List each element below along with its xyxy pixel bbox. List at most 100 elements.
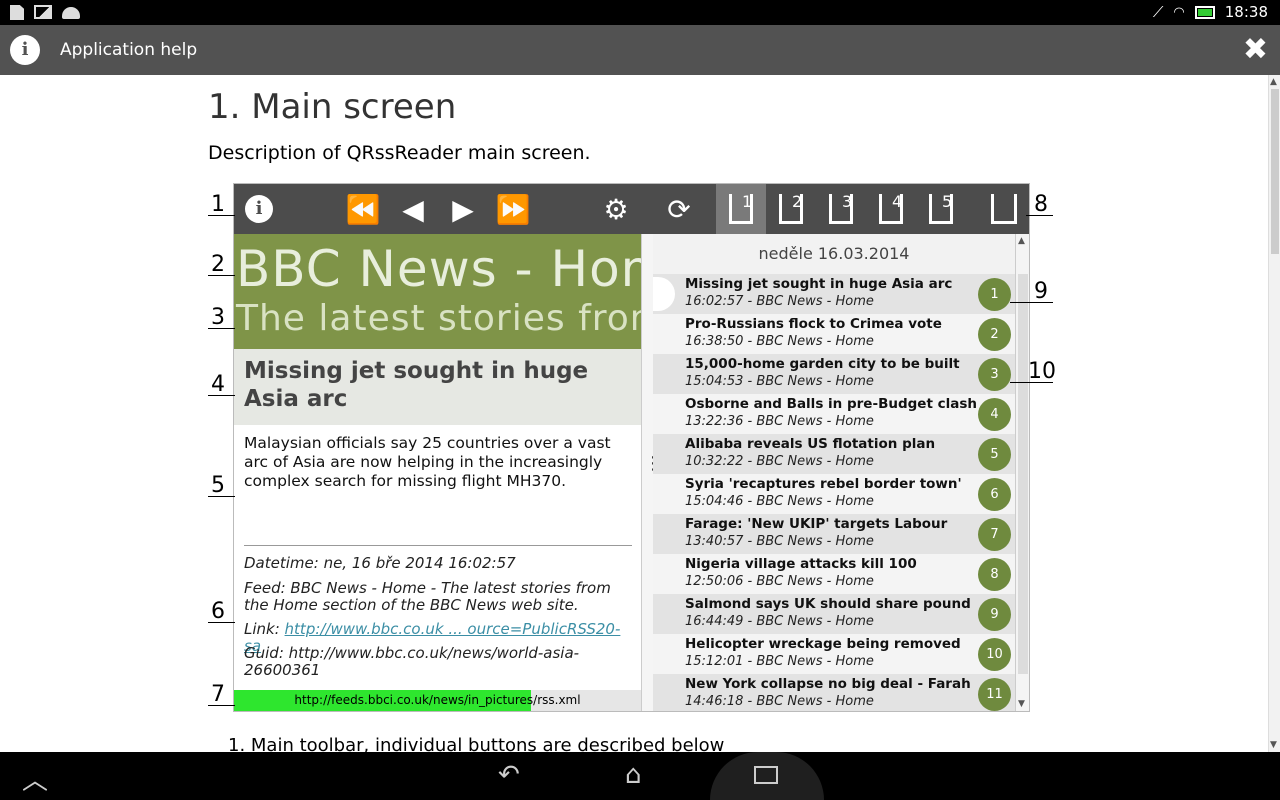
back-button[interactable]: ↶: [498, 760, 520, 790]
article-guid: Guid: http://www.bbc.co.uk/news/world-as…: [244, 644, 580, 679]
selection-marker: [653, 277, 675, 311]
item-subtitle: 16:02:57 - BBC News - Home: [685, 294, 874, 309]
callout-line: [208, 705, 235, 706]
item-subtitle: 10:32:22 - BBC News - Home: [685, 454, 874, 469]
feed-title: BBC News - Home: [236, 240, 641, 298]
article-list-scrollbar[interactable]: ▲ ▼: [1015, 234, 1029, 711]
item-title: Helicopter wreckage being removed: [685, 636, 961, 652]
all-feeds-button[interactable]: [979, 184, 1029, 234]
callout-7: 7: [211, 682, 225, 707]
list-item[interactable]: New York collapse no big deal - Farah 14:…: [653, 674, 1015, 711]
feed-tab-5[interactable]: 5: [916, 184, 966, 234]
help-content[interactable]: 1. Main screen Description of QRssReader…: [0, 75, 1268, 752]
system-icons: ⟋ ◠ 18:38: [1153, 3, 1268, 21]
date-header: neděle 16.03.2014: [653, 234, 1015, 274]
callout-line: [208, 496, 235, 497]
list-item[interactable]: Alibaba reveals US flotation plan 10:32:2…: [653, 434, 1015, 474]
list-item[interactable]: 15,000-home garden city to be built 15:04…: [653, 354, 1015, 394]
item-number-badge: 2: [978, 318, 1011, 351]
item-number-badge: 7: [978, 518, 1011, 551]
download-status: http://feeds.bbci.co.uk/news/in_pictures…: [234, 690, 641, 711]
callout-10: 10: [1028, 359, 1056, 384]
feed-icon: 1: [729, 192, 753, 224]
settings-button[interactable]: ⚙: [591, 184, 641, 234]
callout-line: [208, 275, 235, 276]
list-item: 1. Main toolbar, individual buttons are …: [228, 735, 725, 752]
callout-8: 8: [1034, 192, 1048, 217]
back-icon: ↶: [498, 760, 520, 790]
window-title: Application help: [60, 40, 198, 60]
previous-article-button[interactable]: ◀: [388, 184, 438, 234]
info-icon: i: [245, 195, 273, 223]
info-button[interactable]: i: [234, 184, 284, 234]
article-description: Malaysian officials say 25 countries ove…: [244, 434, 611, 490]
next-article-button[interactable]: ▶: [438, 184, 488, 234]
feed-tab-4[interactable]: 4: [866, 184, 916, 234]
article-title: Missing jet sought in huge Asia arc: [234, 349, 641, 425]
callout-2: 2: [211, 252, 225, 277]
list-item[interactable]: Missing jet sought in huge Asia arc 16:02…: [653, 274, 1015, 314]
scroll-thumb[interactable]: [1018, 274, 1028, 674]
scroll-down-icon: ▼: [1270, 740, 1277, 750]
first-article-button[interactable]: ⏪: [338, 184, 388, 234]
scroll-thumb[interactable]: [1271, 89, 1279, 254]
feed-icon: 5: [929, 192, 953, 224]
feed-banner: BBC News - Home The latest stories from …: [234, 234, 641, 349]
item-subtitle: 12:50:06 - BBC News - Home: [685, 574, 874, 589]
callout-line: [208, 328, 235, 329]
recent-apps-button[interactable]: [710, 752, 824, 800]
pane-splitter[interactable]: ⋮: [641, 234, 662, 711]
feed-tab-2[interactable]: 2: [766, 184, 816, 234]
callout-5: 5: [211, 473, 225, 498]
item-number-badge: 9: [978, 598, 1011, 631]
article-datetime: Datetime: ne, 16 bře 2014 16:02:57: [244, 554, 516, 572]
last-article-button[interactable]: ⏩: [488, 184, 538, 234]
no-sync-icon: ⟋: [1152, 3, 1164, 21]
item-number-badge: 11: [978, 678, 1011, 711]
item-subtitle: 16:44:49 - BBC News - Home: [685, 614, 874, 629]
list-item[interactable]: Osborne and Balls in pre-Budget clash 13:…: [653, 394, 1015, 434]
action-bar: i Application help ✖: [0, 25, 1280, 75]
refresh-button[interactable]: ⟳: [654, 184, 704, 234]
feed-icon: 2: [779, 192, 803, 224]
list-item[interactable]: Farage: 'New UKIP' targets Labour 13:40:5…: [653, 514, 1015, 554]
feed-tab-1[interactable]: 1: [716, 184, 766, 234]
next-icon: ▶: [452, 192, 474, 226]
info-icon: i: [10, 35, 40, 65]
main-toolbar: i ⏪ ◀ ▶ ⏩ ⚙ ⟳ 1 2 3 4 5: [234, 184, 1029, 234]
feeds-icon: [991, 194, 1017, 224]
list-item[interactable]: Nigeria village attacks kill 100 12:50:06…: [653, 554, 1015, 594]
list-item[interactable]: Pro-Russians flock to Crimea vote 16:38:5…: [653, 314, 1015, 354]
previous-icon: ◀: [402, 192, 424, 226]
hide-bar-button[interactable]: ︿: [22, 760, 48, 797]
item-title: Farage: 'New UKIP' targets Labour: [685, 516, 948, 532]
feed-subtitle: The latest stories from the Home section: [236, 298, 641, 339]
item-title: Nigeria village attacks kill 100: [685, 556, 917, 572]
divider: [244, 545, 632, 546]
callout-line: [1010, 382, 1053, 383]
item-title: New York collapse no big deal - Farah: [685, 676, 971, 692]
scroll-up-icon: ▲: [1270, 77, 1277, 87]
item-title: 15,000-home garden city to be built: [685, 356, 960, 372]
callout-line: [1010, 302, 1053, 303]
list-item[interactable]: Salmond says UK should share pound 16:44:…: [653, 594, 1015, 634]
home-button[interactable]: ⌂: [625, 760, 642, 790]
image-icon: [34, 5, 52, 19]
fast-forward-icon: ⏩: [495, 192, 531, 226]
item-subtitle: 13:40:57 - BBC News - Home: [685, 534, 874, 549]
item-title: Osborne and Balls in pre-Budget clash: [685, 396, 977, 412]
item-number-badge: 5: [978, 438, 1011, 471]
list-item[interactable]: Helicopter wreckage being removed 15:12:0…: [653, 634, 1015, 674]
page-description: Description of QRssReader main screen.: [208, 142, 591, 164]
battery-icon: [1194, 5, 1215, 19]
item-title: Missing jet sought in huge Asia arc: [685, 276, 953, 292]
article-feed-info: Feed: BBC News - Home - The latest stori…: [244, 579, 611, 614]
article-list[interactable]: neděle 16.03.2014 Missing jet sought in …: [653, 234, 1015, 711]
recent-apps-icon: [754, 766, 778, 784]
close-button[interactable]: ✖: [1243, 33, 1268, 67]
feed-tab-3[interactable]: 3: [816, 184, 866, 234]
sd-card-icon: [10, 5, 24, 20]
list-item[interactable]: Syria 'recaptures rebel border town' 15:0…: [653, 474, 1015, 514]
navigation-bar: ︿ ↶ ⌂: [0, 752, 1280, 800]
page-scrollbar[interactable]: ▲ ▼: [1268, 75, 1280, 752]
